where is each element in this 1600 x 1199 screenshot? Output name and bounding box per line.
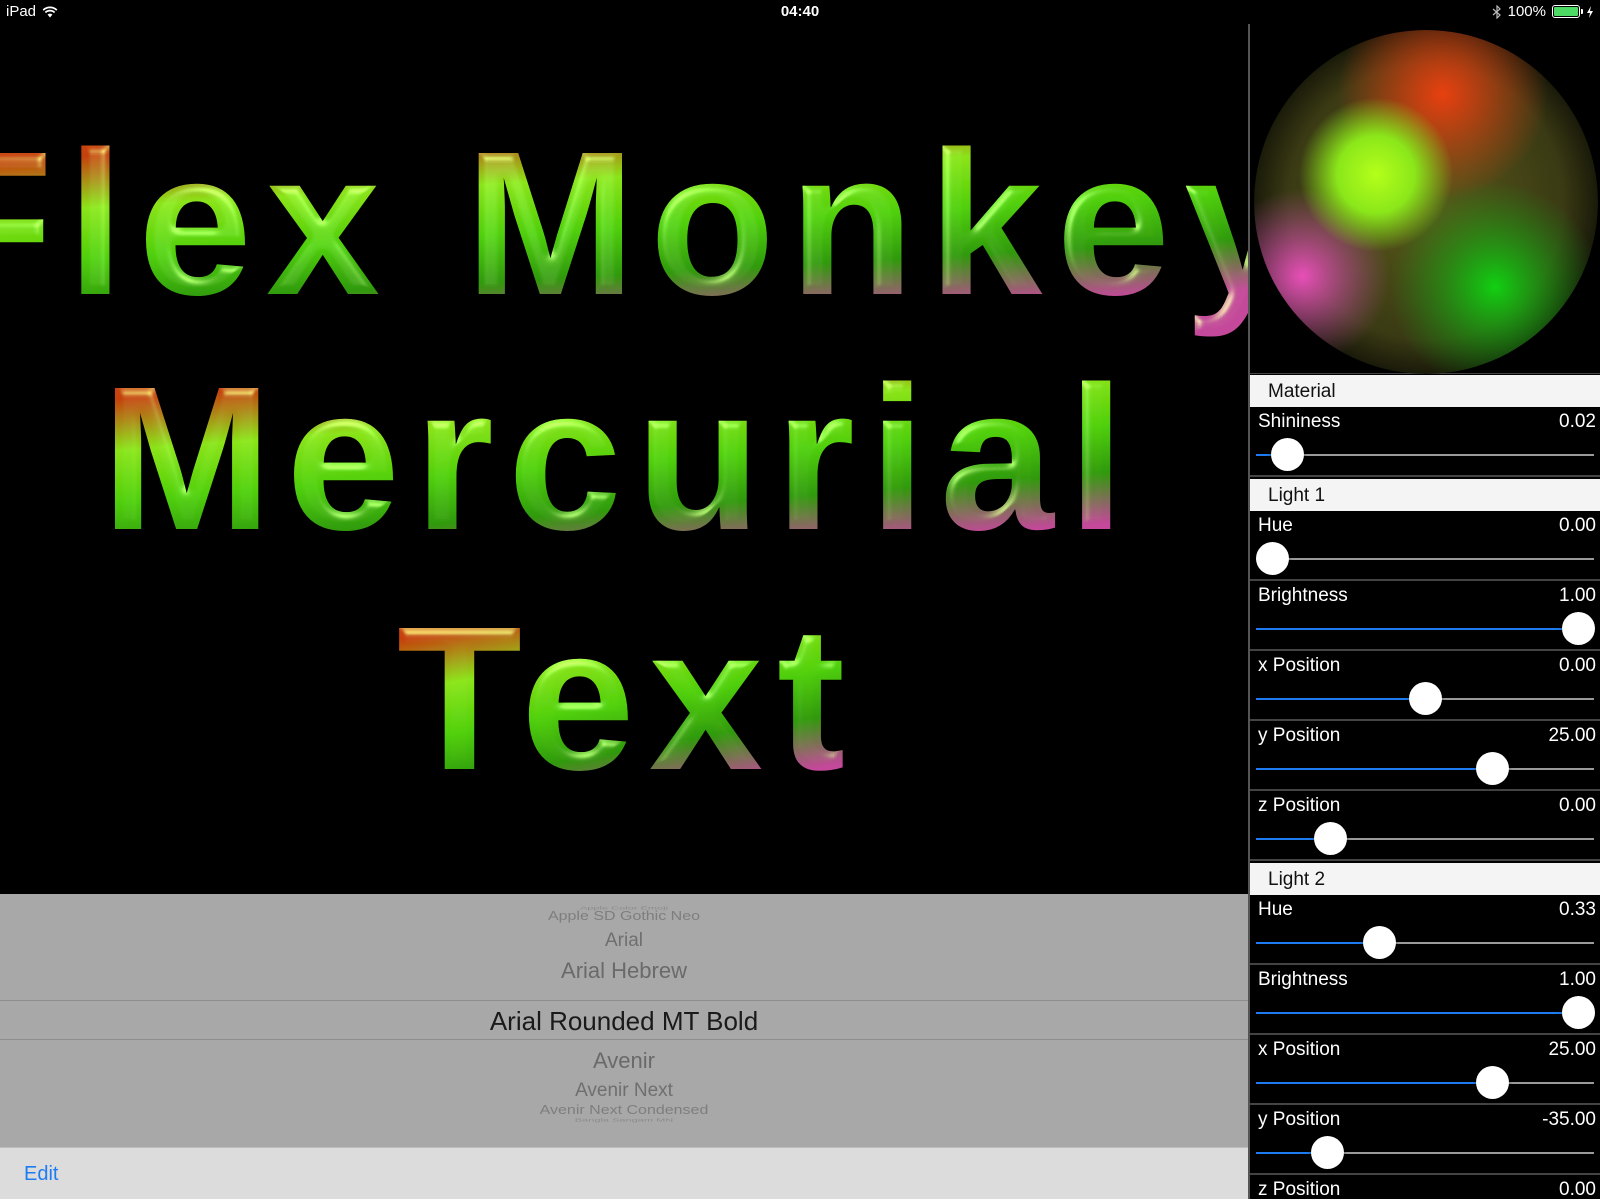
light1-hue-slider[interactable] <box>1255 542 1594 575</box>
picker-item[interactable]: Arial Hebrew <box>0 958 1248 984</box>
light1-z-slider-cell: z Position 0.00 <box>1250 791 1600 861</box>
scene-text-line-3: Text <box>397 584 859 813</box>
sphere-preview <box>1254 30 1598 374</box>
light2-hue-slider[interactable] <box>1256 926 1594 959</box>
slider-thumb[interactable] <box>1362 926 1396 959</box>
light1-hue-label: Hue <box>1258 515 1293 536</box>
light1-y-slider-cell: y Position 25.00 <box>1250 721 1600 791</box>
charging-icon <box>1587 5 1593 18</box>
light2-z-label: z Position <box>1258 1179 1341 1199</box>
picker-item[interactable]: Apple SD Gothic Neo <box>0 910 1248 924</box>
slider-min-track <box>1256 628 1578 630</box>
slider-thumb[interactable] <box>1561 612 1595 645</box>
scene-text-line-2: Mercurial <box>101 344 1139 573</box>
scene-view[interactable]: Flex Monkey Mercurial Text <box>0 24 1248 894</box>
shininess-value: 0.02 <box>1559 411 1596 432</box>
picker-item[interactable]: Bangla Sangam MN <box>0 1117 1248 1122</box>
light1-brightness-value: 1.00 <box>1559 585 1596 606</box>
light1-hue-slider-cell: Hue 0.00 <box>1250 511 1600 581</box>
scene-canvas: Flex Monkey Mercurial Text <box>0 109 1248 813</box>
light1-y-value: 25.00 <box>1548 725 1596 746</box>
font-picker[interactable]: Apple Color Emoji Apple SD Gothic Neo Ar… <box>0 894 1248 1147</box>
slider-min-track <box>1256 942 1380 944</box>
light1-brightness-slider[interactable] <box>1256 612 1595 645</box>
light1-z-label: z Position <box>1258 795 1341 816</box>
light1-z-slider[interactable] <box>1256 822 1594 855</box>
light2-y-slider-cell: y Position -35.00 <box>1250 1105 1600 1175</box>
light1-x-label: x Position <box>1258 655 1341 676</box>
light1-brightness-label: Brightness <box>1258 585 1348 606</box>
slider-min-track <box>1256 1012 1578 1014</box>
light2-brightness-slider-cell: Brightness 1.00 <box>1250 965 1600 1035</box>
light2-y-value: -35.00 <box>1542 1109 1596 1130</box>
picker-item[interactable]: Avenir Next <box>0 1080 1248 1102</box>
light2-z-value: 0.00 <box>1559 1179 1596 1199</box>
shininess-slider-cell: Shininess 0.02 <box>1250 407 1600 477</box>
slider-min-track <box>1256 1082 1493 1084</box>
material-panel: Material Shininess 0.02 Light 1 Hue 0.00… <box>1248 24 1600 1199</box>
slider-thumb[interactable] <box>1270 438 1304 471</box>
light1-z-value: 0.00 <box>1559 795 1596 816</box>
light1-x-slider-cell: x Position 0.00 <box>1250 651 1600 721</box>
light1-brightness-slider-cell: Brightness 1.00 <box>1250 581 1600 651</box>
light2-hue-slider-cell: Hue 0.33 <box>1250 895 1600 965</box>
picker-item-selected[interactable]: Arial Rounded MT Bold <box>0 1006 1248 1037</box>
light2-z-slider-cell: z Position 0.00 <box>1250 1175 1600 1199</box>
bluetooth-icon <box>1492 4 1501 19</box>
slider-thumb[interactable] <box>1408 682 1442 715</box>
light2-brightness-slider[interactable] <box>1256 996 1595 1029</box>
slider-thumb[interactable] <box>1313 822 1347 855</box>
picker-item[interactable]: Avenir Next Condensed <box>0 1104 1248 1118</box>
slider-thumb[interactable] <box>1310 1136 1344 1169</box>
shininess-slider[interactable] <box>1256 438 1594 471</box>
light2-brightness-label: Brightness <box>1258 969 1348 990</box>
light2-x-slider-cell: x Position 25.00 <box>1250 1035 1600 1105</box>
light2-brightness-value: 1.00 <box>1559 969 1596 990</box>
light1-x-slider[interactable] <box>1256 682 1594 715</box>
light2-hue-label: Hue <box>1258 899 1293 920</box>
light2-y-label: y Position <box>1258 1109 1341 1130</box>
light1-x-value: 0.00 <box>1559 655 1596 676</box>
slider-min-track <box>1256 768 1493 770</box>
status-bar: iPad 04:40 100% <box>0 0 1600 24</box>
light1-y-label: y Position <box>1258 725 1341 746</box>
slider-thumb[interactable] <box>1255 542 1289 575</box>
light2-x-slider[interactable] <box>1256 1066 1594 1099</box>
section-header-light-1: Light 1 <box>1250 479 1600 511</box>
slider-thumb[interactable] <box>1475 1066 1509 1099</box>
battery-percent: 100% <box>1507 3 1546 20</box>
slider-thumb[interactable] <box>1475 752 1509 785</box>
status-time: 04:40 <box>780 3 820 20</box>
scene-text-line-1: Flex Monkey <box>0 109 1248 338</box>
shininess-label: Shininess <box>1258 411 1341 432</box>
edit-button[interactable]: Edit <box>24 1163 58 1186</box>
light1-hue-value: 0.00 <box>1559 515 1596 536</box>
light1-y-slider[interactable] <box>1256 752 1594 785</box>
battery-icon <box>1552 5 1583 18</box>
section-header-light-2: Light 2 <box>1250 863 1600 895</box>
status-right: 100% <box>1492 3 1594 20</box>
slider-min-track <box>1256 698 1425 700</box>
picker-item[interactable]: Arial <box>0 930 1248 952</box>
light2-x-value: 25.00 <box>1548 1039 1596 1060</box>
light2-y-slider[interactable] <box>1256 1136 1594 1169</box>
picker-item[interactable]: Avenir <box>0 1048 1248 1074</box>
section-header-material: Material <box>1250 375 1600 407</box>
light2-x-label: x Position <box>1258 1039 1341 1060</box>
material-preview <box>1250 24 1600 374</box>
bottom-toolbar: Edit <box>0 1147 1248 1199</box>
light2-hue-value: 0.33 <box>1559 899 1596 920</box>
slider-thumb[interactable] <box>1561 996 1595 1029</box>
